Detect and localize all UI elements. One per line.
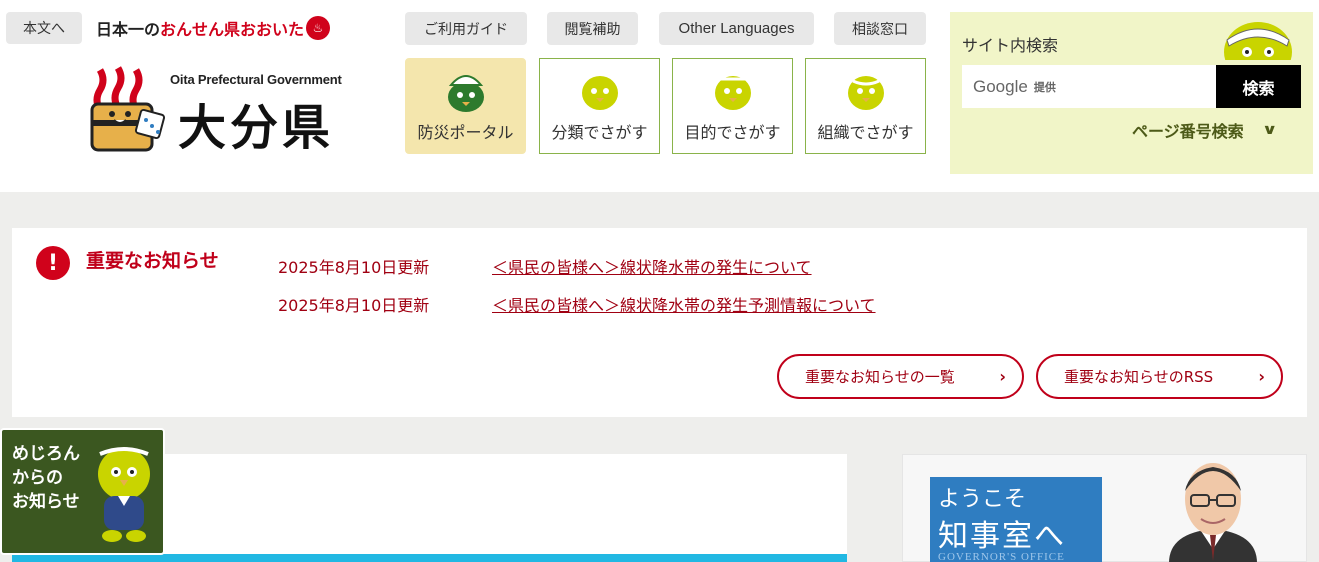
site-search-panel: サイト内検索 Google 提供 検索 ページ番号検索 ∨ — [950, 12, 1313, 174]
important-notice-title: 重要なお知らせ — [86, 250, 219, 272]
notice-link[interactable]: ＜県民の皆様へ＞線状降水帯の発生について — [492, 254, 812, 278]
governor-welcome-text: ようこそ — [938, 487, 1027, 512]
alert-icon: ! — [36, 246, 70, 280]
mejiron-line: お知らせ — [12, 492, 80, 512]
other-languages-button[interactable]: Other Languages — [659, 12, 814, 45]
nav-search-by-category[interactable]: 分類でさがす — [539, 58, 660, 154]
governor-photo — [1169, 463, 1257, 562]
notice-link[interactable]: ＜県民の皆様へ＞線状降水帯の発生予測情報について — [492, 292, 876, 316]
notice-item: 2025年8月10日更新 ＜県民の皆様へ＞線状降水帯の発生予測情報について — [278, 292, 876, 316]
accessibility-button[interactable]: 閲覧補助 — [547, 12, 638, 45]
mejiron-mascot-icon — [98, 447, 150, 542]
mascot-headband-icon — [1224, 22, 1292, 60]
google-provided-label: 提供 — [1033, 80, 1056, 94]
notice-date: 2025年8月10日更新 — [278, 258, 430, 277]
mascot-icon — [581, 72, 618, 110]
governor-office-text: 知事室へ — [938, 519, 1066, 554]
mascot-icon — [714, 76, 751, 110]
logo-japanese-name: 大分県 — [178, 100, 335, 156]
nav-search-by-organization[interactable]: 組織でさがす — [805, 58, 926, 154]
notice-date: 2025年8月10日更新 — [278, 296, 430, 315]
slogan-highlight: おんせん県おおいた — [160, 20, 305, 39]
site-logo[interactable]: Oita Prefectural Government 大分県 — [88, 60, 358, 160]
mejiron-line: からの — [12, 468, 63, 488]
mascot-helmet-icon — [447, 75, 484, 112]
chevron-down-icon: ∨ — [1261, 122, 1278, 138]
mejiron-news-button[interactable]: めじろん からの お知らせ — [0, 428, 165, 555]
usage-guide-button[interactable]: ご利用ガイド — [405, 12, 527, 45]
page-number-search-toggle[interactable]: ページ番号検索 ∨ — [1132, 118, 1278, 142]
skip-to-content-button[interactable]: 本文へ — [6, 12, 82, 44]
chevron-right-icon: › — [1258, 367, 1265, 386]
search-input[interactable]: Google 提供 — [962, 65, 1216, 108]
mascot-icon — [847, 76, 884, 110]
slogan-prefix: 日本一の — [96, 20, 161, 39]
notice-list-label: 重要なお知らせの一覧 — [805, 368, 955, 386]
governor-banner-label: ようこそ 知事室へ GOVERNOR'S OFFICE — [930, 477, 1102, 562]
nav-purpose-label: 目的でさがす — [684, 123, 781, 142]
page-number-search-label: ページ番号検索 — [1132, 122, 1244, 141]
site-search-title: サイト内検索 — [962, 36, 1059, 55]
nav-disaster-portal-label: 防災ポータル — [417, 123, 514, 142]
mejiron-news-label: めじろん からの お知らせ — [12, 442, 80, 514]
nav-category-label: 分類でさがす — [551, 123, 648, 142]
logo-english-name: Oita Prefectural Government — [170, 72, 342, 87]
notice-item: 2025年8月10日更新 ＜県民の皆様へ＞線状降水帯の発生について — [278, 254, 812, 278]
nav-search-by-purpose[interactable]: 目的でさがす — [672, 58, 793, 154]
notice-rss-label: 重要なお知らせのRSS — [1064, 368, 1214, 386]
google-label: Google — [973, 76, 1028, 96]
notice-rss-button[interactable]: 重要なお知らせのRSS › — [1036, 354, 1283, 399]
chevron-right-icon: › — [999, 367, 1006, 386]
mejiron-line: めじろん — [12, 444, 80, 464]
governor-office-banner[interactable]: ようこそ 知事室へ GOVERNOR'S OFFICE — [902, 454, 1307, 562]
nav-disaster-portal[interactable]: 防災ポータル — [405, 58, 526, 154]
search-button[interactable]: 検索 — [1216, 65, 1301, 108]
onsen-mascot-logo-icon — [90, 66, 166, 152]
prefecture-slogan: 日本一の おんせん県おおいた ♨ — [96, 14, 331, 42]
banner-image-strip — [12, 554, 847, 562]
governor-office-english-text: GOVERNOR'S OFFICE — [938, 551, 1065, 562]
notice-list-button[interactable]: 重要なお知らせの一覧 › — [777, 354, 1024, 399]
site-header: 本文へ 日本一の おんせん県おおいた ♨ Oita Prefectural Go… — [0, 0, 1319, 192]
consultation-button[interactable]: 相談窓口 — [834, 12, 926, 45]
onsen-icon: ♨ — [306, 16, 331, 40]
nav-organization-label: 組織でさがす — [817, 123, 914, 142]
important-notice-section: ! 重要なお知らせ 2025年8月10日更新 ＜県民の皆様へ＞線状降水帯の発生に… — [12, 228, 1307, 417]
